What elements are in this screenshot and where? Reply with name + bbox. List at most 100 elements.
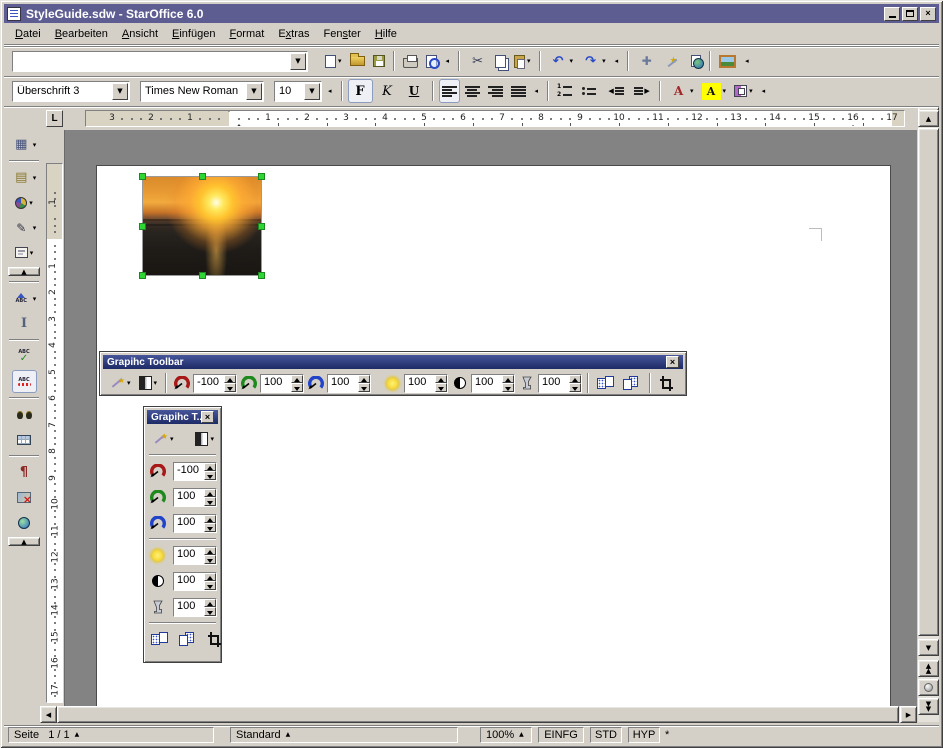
spin-up-button[interactable] — [435, 375, 447, 384]
spin-up-button[interactable] — [291, 375, 303, 384]
vertical-ruler[interactable]: 11234567891011121314151617 — [46, 163, 63, 703]
dropdown-arrow-icon[interactable]: ▾ — [338, 57, 342, 65]
graphic-toolbar-titlebar[interactable]: Grapihc Toolbar × — [103, 355, 683, 369]
spin-up-button[interactable] — [224, 375, 236, 384]
brightness-spinner[interactable]: 100 — [173, 546, 217, 565]
contrast-spinner[interactable]: 100 — [471, 374, 515, 393]
selection-handle-nw[interactable] — [139, 173, 146, 180]
spin-down-button[interactable] — [435, 383, 447, 392]
close-button[interactable]: × — [666, 356, 679, 368]
indent-marker[interactable] — [224, 112, 234, 124]
horizontal-scrollbar-thumb[interactable] — [57, 706, 899, 723]
contrast-value[interactable]: 100 — [174, 573, 204, 590]
spin-up-button[interactable] — [204, 547, 216, 556]
blue-value[interactable]: 100 — [174, 515, 204, 532]
dropdown-arrow-icon[interactable]: ▾ — [723, 87, 727, 95]
contrast-value[interactable]: 100 — [472, 375, 502, 392]
previous-page-button[interactable]: ▲▲ — [918, 660, 939, 677]
blue-value[interactable]: 100 — [328, 375, 358, 392]
spin-up-button[interactable] — [204, 463, 216, 472]
spin-down-button[interactable] — [204, 523, 216, 532]
draw-functions-button[interactable]: ✎▾ — [9, 216, 40, 239]
dropdown-arrow-icon[interactable]: ▾ — [527, 57, 531, 65]
green-value[interactable]: 100 — [261, 375, 291, 392]
find-replace-button[interactable] — [14, 403, 35, 426]
paragraph-background-button[interactable]: ▾ — [731, 79, 756, 103]
spin-up-button[interactable] — [569, 375, 581, 384]
new-document-button[interactable]: ▾ — [322, 49, 345, 73]
menu-item-einfgen[interactable]: Einfügen — [165, 26, 222, 42]
selection-handle-e[interactable] — [258, 223, 265, 230]
minimize-button[interactable] — [884, 7, 900, 21]
undo-button[interactable]: ↶▾ — [546, 49, 577, 73]
close-button[interactable]: × — [201, 411, 214, 423]
graphic-toolbar-vertical-titlebar[interactable]: Grapihc T.. × — [147, 410, 218, 424]
align-left-button[interactable] — [439, 79, 460, 103]
graphics-mode-button[interactable]: ▾ — [136, 371, 161, 395]
spin-down-button[interactable] — [291, 383, 303, 392]
cut-button[interactable]: ✂ — [465, 49, 490, 73]
toolbar-more-icon[interactable]: ◂ — [326, 87, 334, 95]
title-bar[interactable]: StyleGuide.sdw - StarOffice 6.0 × — [4, 4, 939, 23]
dropdown-arrow-icon[interactable]: ▾ — [33, 295, 37, 303]
gamma-spinner[interactable]: 100 — [538, 374, 582, 393]
dropdown-arrow-icon[interactable]: ▾ — [210, 435, 214, 443]
dropdown-arrow-icon[interactable]: ▾ — [690, 87, 694, 95]
direct-cursor-button[interactable]: I — [12, 312, 37, 335]
align-justify-button[interactable] — [508, 79, 529, 103]
sunset-photo[interactable] — [142, 176, 262, 276]
dropdown-arrow-icon[interactable]: ▾ — [170, 435, 174, 443]
online-layout-button[interactable] — [15, 511, 33, 534]
underline-button[interactable]: U — [402, 79, 427, 103]
autotext-button[interactable]: ABC▾ — [9, 287, 40, 310]
dropdown-arrow-icon[interactable]: ▾ — [33, 224, 37, 232]
blue-spinner[interactable]: 100 — [327, 374, 371, 393]
bold-button[interactable]: F — [348, 79, 373, 103]
vertical-scrollbar-thumb[interactable] — [918, 128, 939, 636]
copy-button[interactable] — [492, 49, 509, 73]
brightness-spinner[interactable]: 100 — [404, 374, 448, 393]
paragraph-style-combo[interactable]: Überschrift 3 ▼ — [12, 81, 130, 102]
insert-mode-indicator[interactable]: EINFG — [538, 727, 584, 743]
toolbar-more-icon[interactable]: ◂ — [760, 87, 768, 95]
url-field[interactable] — [13, 54, 289, 69]
close-button[interactable]: × — [920, 7, 936, 21]
font-size-combo[interactable]: 10 ▼ — [274, 81, 322, 102]
selection-handle-n[interactable] — [199, 173, 206, 180]
spellcheck-button[interactable]: ABC✓ — [12, 345, 37, 368]
spin-up-button[interactable] — [358, 375, 370, 384]
italic-button[interactable]: K — [375, 79, 400, 103]
crop-button[interactable] — [656, 371, 676, 395]
gamma-value[interactable]: 100 — [174, 599, 204, 616]
dropdown-arrow-icon[interactable]: ▾ — [33, 174, 37, 182]
navigation-button[interactable] — [918, 679, 939, 696]
graphic-toolbar-vertical-window[interactable]: Grapihc T.. × ★▾ ▾ -100 100 100 100 100 — [143, 406, 222, 663]
bullet-list-button[interactable] — [579, 79, 602, 103]
style-combo-dropdown[interactable]: ▼ — [112, 83, 128, 100]
menu-item-extras[interactable]: Extras — [271, 26, 316, 42]
red-spinner[interactable]: -100 — [173, 462, 217, 481]
dropdown-arrow-icon[interactable]: ▾ — [30, 249, 34, 257]
spin-up-button[interactable] — [204, 515, 216, 524]
font-name-combo[interactable]: Times New Roman ▼ — [140, 81, 264, 102]
graphics-onoff-button[interactable]: × — [14, 486, 34, 509]
dropdown-arrow-icon[interactable]: ▾ — [154, 379, 158, 387]
gallery-button[interactable] — [716, 49, 739, 73]
menu-item-format[interactable]: Format — [222, 26, 271, 42]
brightness-value[interactable]: 100 — [405, 375, 435, 392]
increase-indent-button[interactable]: ▶ — [630, 79, 654, 103]
auto-spellcheck-button[interactable]: ABC — [12, 370, 37, 393]
filter-button[interactable]: ★▾ — [105, 371, 134, 395]
selection-handle-s[interactable] — [199, 272, 206, 279]
horizontal-ruler[interactable]: 3211234567891011121314151617 — [85, 110, 905, 127]
menu-item-hilfe[interactable]: Hilfe — [368, 26, 404, 42]
scroll-right-button[interactable]: ▶ — [900, 706, 917, 723]
hyperlink-button[interactable] — [688, 49, 704, 73]
gamma-value[interactable]: 100 — [539, 375, 569, 392]
url-combo[interactable]: ▼ — [12, 51, 308, 72]
gamma-spinner[interactable]: 100 — [173, 598, 217, 617]
spin-down-button[interactable] — [569, 383, 581, 392]
hyperlink-mode-indicator[interactable]: HYP — [628, 727, 660, 743]
spin-down-button[interactable] — [204, 607, 216, 616]
autopilot-button[interactable]: ★ — [661, 49, 686, 73]
